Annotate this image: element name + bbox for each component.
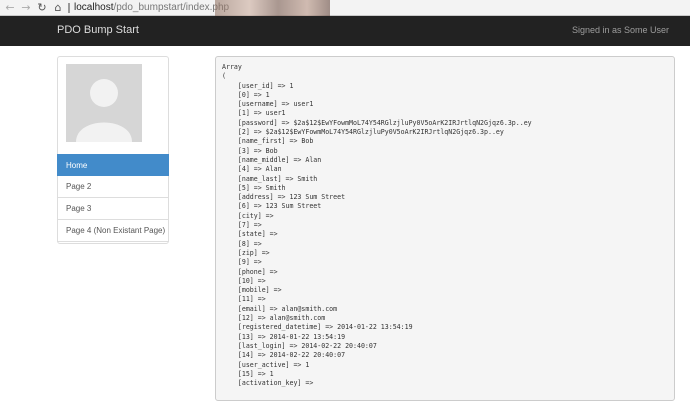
array-line: [7] => <box>222 221 262 230</box>
array-line: [14] => 2014-02-22 20:40:07 <box>222 351 346 360</box>
array-line: [state] => <box>222 230 278 239</box>
sidebar-nav: Home Page 2 Page 3 Page 4 (Non Existant … <box>57 154 169 242</box>
array-line: [10] => <box>222 276 266 285</box>
array-line: [city] => <box>222 211 274 220</box>
array-line: [11] => <box>222 295 266 304</box>
sidebar-item-page-4[interactable]: Page 4 (Non Existant Page) <box>57 220 169 242</box>
array-output-panel: Array( [user_id] => 1 [0] => 1 [username… <box>215 56 675 401</box>
sidebar-item-home[interactable]: Home <box>57 154 169 176</box>
array-line: Array <box>222 63 242 71</box>
array-line: [3] => Bob <box>222 146 278 155</box>
sidebar: Home Page 2 Page 3 Page 4 (Non Existant … <box>57 56 169 244</box>
array-line: [name_last] => Smith <box>222 174 318 183</box>
array-line: [12] => alan@smith.com <box>222 314 326 323</box>
app-navbar: PDO Bump Start Signed in as Some User <box>0 16 690 46</box>
array-line: [8] => <box>222 239 262 248</box>
array-line: [last_login] => 2014-02-22 20:40:07 <box>222 341 377 350</box>
array-line: ( <box>222 72 226 81</box>
array-line: [username] => user1 <box>222 100 314 109</box>
array-line: [6] => 123 Sum Street <box>222 202 322 211</box>
array-line: [5] => Smith <box>222 183 286 192</box>
page-icon <box>68 2 70 13</box>
array-line: [name_middle] => Alan <box>222 155 322 164</box>
url-path: /pdo_bumpstart/index.php <box>113 2 230 13</box>
url-host: localhost <box>74 2 114 13</box>
array-line: [user_id] => 1 <box>222 81 294 90</box>
array-line: [9] => <box>222 258 262 267</box>
back-icon[interactable]: ← <box>4 1 16 14</box>
header-image <box>215 0 330 16</box>
array-line: [15] => 1 <box>222 369 274 378</box>
avatar <box>66 64 142 142</box>
address-bar[interactable]: localhost/pdo_bumpstart/index.php <box>68 1 229 14</box>
array-line: [mobile] => <box>222 286 282 295</box>
brand-link[interactable]: PDO Bump Start <box>57 24 139 36</box>
array-line: [zip] => <box>222 248 270 257</box>
browser-toolbar: ← → ↻ ⌂ localhost/pdo_bumpstart/index.ph… <box>0 0 690 16</box>
reload-icon[interactable]: ↻ <box>36 1 48 14</box>
array-line: [1] => user1 <box>222 109 286 118</box>
array-line: [2] => $2a$12$EwYFowmMoL74Y54RGlzjluPy0V… <box>222 128 504 137</box>
array-line: [0] => 1 <box>222 90 270 99</box>
array-line: [email] => alan@smith.com <box>222 304 338 313</box>
array-line: [user_active] => 1 <box>222 360 310 369</box>
array-line: [password] => $2a$12$EwYFowmMoL74Y54RGlz… <box>222 118 532 127</box>
array-line: [name_first] => Bob <box>222 137 314 146</box>
array-line: [address] => 123 Sum Street <box>222 193 346 202</box>
array-line: [4] => Alan <box>222 165 282 174</box>
array-line: [13] => 2014-01-22 13:54:19 <box>222 332 346 341</box>
array-dump: Array( [user_id] => 1 [0] => 1 [username… <box>216 57 674 388</box>
array-line: [phone] => <box>222 267 278 276</box>
signed-in-status: Signed in as Some User <box>571 25 669 35</box>
sidebar-item-page-3[interactable]: Page 3 <box>57 198 169 220</box>
array-line: [activation_key] => <box>222 379 314 388</box>
home-icon[interactable]: ⌂ <box>52 1 64 14</box>
user-silhouette-icon <box>66 64 142 142</box>
forward-icon[interactable]: → <box>20 1 32 14</box>
array-line: [registered_datetime] => 2014-01-22 13:5… <box>222 323 413 332</box>
sidebar-item-page-2[interactable]: Page 2 <box>57 176 169 198</box>
